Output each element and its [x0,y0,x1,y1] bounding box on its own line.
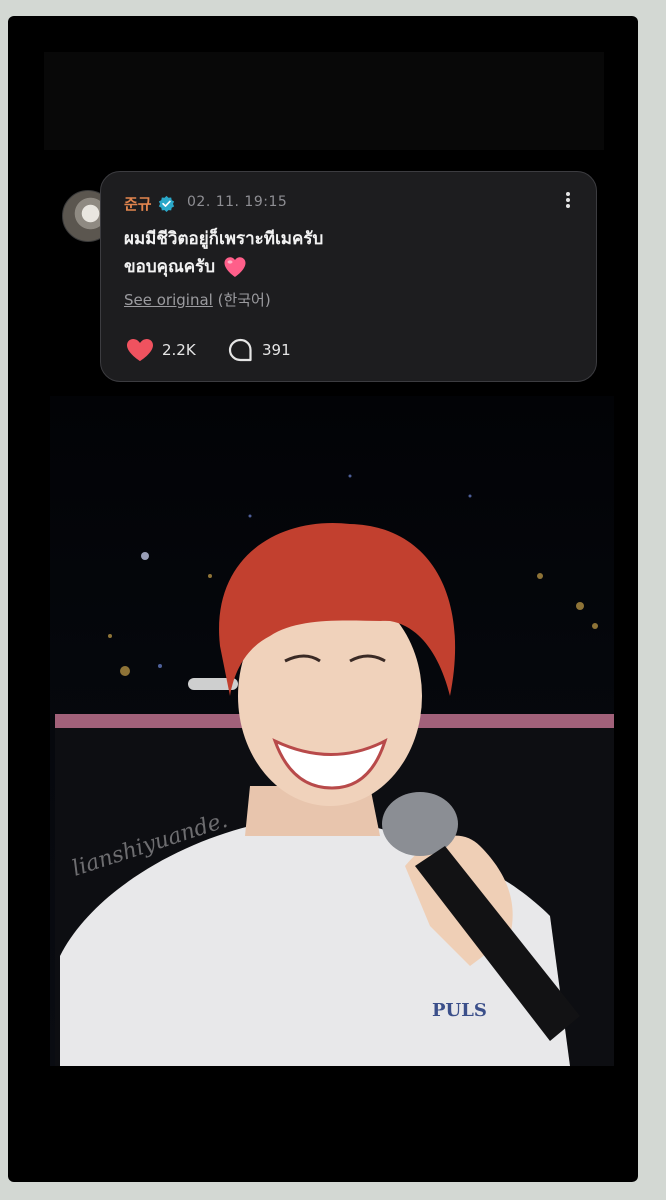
see-original: See original (한국어) [124,289,271,310]
original-language: (한국어) [217,291,271,309]
concert-photo: lianshiyuande. PULS [50,396,614,1066]
verified-badge-icon [158,195,175,212]
comment-count: 391 [262,341,291,359]
comment-bubble-icon[interactable] [228,338,253,363]
post-text-line-2: ขอบคุณครับ [124,253,247,280]
post-text-line-2-text: ขอบคุณครับ [124,257,216,277]
like-count: 2.2K [162,341,196,359]
see-original-link[interactable]: See original [124,291,213,309]
post-text-line-1: ผมมีชีวิตอยู่ก็เพราะทีเมครับ [124,229,324,249]
pink-heart-emoji [224,257,246,277]
top-bar [44,52,604,150]
username[interactable]: 준규 [124,193,152,214]
shirt-text: PULS [432,1000,487,1021]
post-timestamp: 02. 11. 19:15 [187,194,288,210]
microphone-head [382,792,458,856]
more-vertical-icon[interactable] [559,190,577,212]
heart-icon[interactable] [126,338,154,362]
